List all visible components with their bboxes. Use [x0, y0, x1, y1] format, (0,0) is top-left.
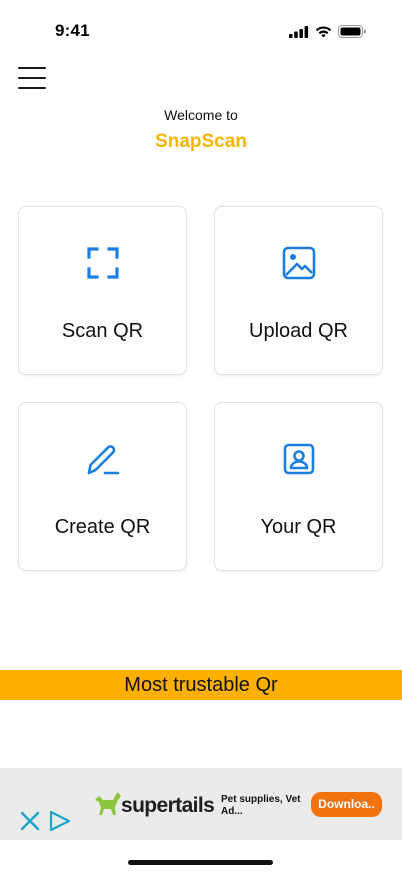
- home-screen: 9:41 Welcome to SnapScan Scan QR Upload …: [0, 0, 402, 874]
- status-icons: [289, 25, 366, 38]
- ad-download-button[interactable]: Downloa..: [311, 792, 382, 817]
- wifi-icon: [315, 25, 332, 37]
- ad-brand-name: supertails: [121, 794, 215, 817]
- create-qr-label: Create QR: [54, 516, 151, 538]
- tagline-banner: Most trustable Qr: [0, 670, 402, 700]
- ad-brand-logo[interactable]: supertails: [93, 790, 215, 820]
- menu-line: [18, 87, 46, 89]
- scan-qr-card[interactable]: Scan QR: [18, 206, 187, 375]
- battery-icon: [338, 25, 366, 38]
- cellular-signal-icon: [289, 25, 309, 38]
- image-icon: [282, 246, 315, 280]
- upload-qr-label: Upload QR: [249, 320, 348, 342]
- status-time: 9:41: [55, 21, 90, 40]
- create-qr-card[interactable]: Create QR: [18, 402, 187, 571]
- ad-copy-text: Pet supplies, Vet Ad...: [221, 794, 301, 817]
- menu-line: [18, 67, 46, 69]
- scan-frame-icon: [86, 247, 119, 279]
- your-qr-label: Your QR: [260, 516, 337, 538]
- profile-card-icon: [283, 443, 314, 475]
- dog-logo-icon: [95, 792, 121, 815]
- home-indicator: [128, 860, 273, 865]
- pencil-icon: [87, 445, 119, 475]
- ad-banner[interactable]: supertails Pet supplies, Vet Ad... Downl…: [0, 768, 402, 840]
- app-name: SnapScan: [155, 131, 247, 152]
- scan-qr-label: Scan QR: [61, 320, 144, 342]
- status-bar: 9:41: [0, 0, 402, 62]
- ad-close-icon[interactable]: [19, 810, 41, 832]
- hamburger-menu-icon[interactable]: [18, 67, 46, 89]
- your-qr-card[interactable]: Your QR: [214, 402, 383, 571]
- upload-qr-card[interactable]: Upload QR: [214, 206, 383, 375]
- welcome-text: Welcome to: [164, 107, 238, 123]
- menu-line: [18, 77, 46, 79]
- ad-choices-icon[interactable]: [48, 810, 72, 832]
